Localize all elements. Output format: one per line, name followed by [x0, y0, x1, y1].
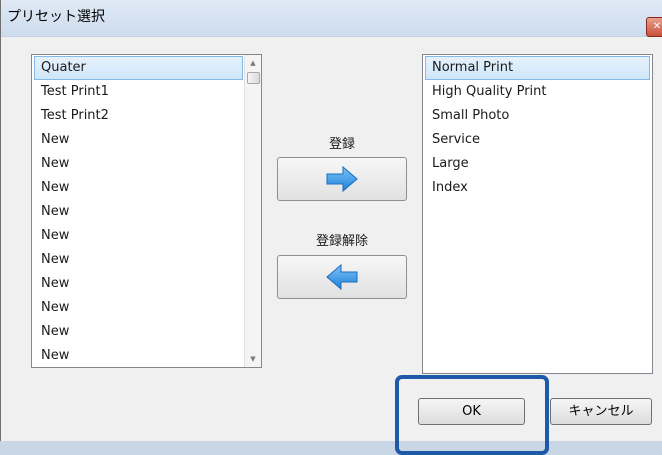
list-item[interactable]: New: [34, 176, 243, 200]
arrow-left-icon: [326, 263, 358, 291]
list-item[interactable]: New: [34, 152, 243, 176]
list-item[interactable]: New: [34, 320, 243, 344]
list-item[interactable]: New: [34, 128, 243, 152]
registered-presets-items: Normal Print High Quality Print Small Phot…: [423, 56, 652, 200]
list-item[interactable]: Normal Print: [425, 56, 650, 80]
list-item[interactable]: New: [34, 248, 243, 272]
list-item[interactable]: New: [34, 344, 243, 368]
list-item[interactable]: Large: [425, 152, 650, 176]
title-bar: プリセット選択 ✕: [1, 0, 662, 37]
preset-select-dialog: プリセット選択 ✕ Quater Test Print1 Test Print2 Ne…: [0, 0, 662, 455]
unregister-label: 登録解除: [315, 234, 368, 249]
register-label: 登録: [328, 137, 355, 152]
vertical-scrollbar[interactable]: ▲ ▼: [244, 55, 261, 367]
list-item[interactable]: Test Print1: [34, 80, 243, 104]
list-item[interactable]: New: [34, 296, 243, 320]
list-item[interactable]: New: [34, 200, 243, 224]
list-item[interactable]: Test Print2: [34, 104, 243, 128]
ok-button-highlight: [395, 375, 549, 455]
cancel-button[interactable]: キャンセル: [550, 398, 652, 425]
scroll-thumb[interactable]: [247, 72, 260, 84]
list-item[interactable]: Small Photo: [425, 104, 650, 128]
scroll-up-icon[interactable]: ▲: [245, 55, 261, 71]
arrow-right-icon: [326, 165, 358, 193]
available-presets-list[interactable]: Quater Test Print1 Test Print2 New New New New…: [31, 54, 262, 368]
list-item[interactable]: High Quality Print: [425, 80, 650, 104]
close-icon[interactable]: ✕: [646, 17, 662, 37]
list-item[interactable]: New: [34, 272, 243, 296]
list-item[interactable]: New: [34, 224, 243, 248]
scroll-down-icon[interactable]: ▼: [245, 351, 261, 367]
available-presets-items: Quater Test Print1 Test Print2 New New New New…: [32, 56, 245, 368]
unregister-button[interactable]: [277, 255, 407, 299]
list-item[interactable]: Quater: [34, 56, 243, 80]
list-item[interactable]: Service: [425, 128, 650, 152]
register-button[interactable]: [277, 157, 407, 201]
list-item[interactable]: Index: [425, 176, 650, 200]
window-title: プリセット選択: [7, 9, 105, 25]
registered-presets-list[interactable]: Normal Print High Quality Print Small Phot…: [422, 54, 653, 374]
